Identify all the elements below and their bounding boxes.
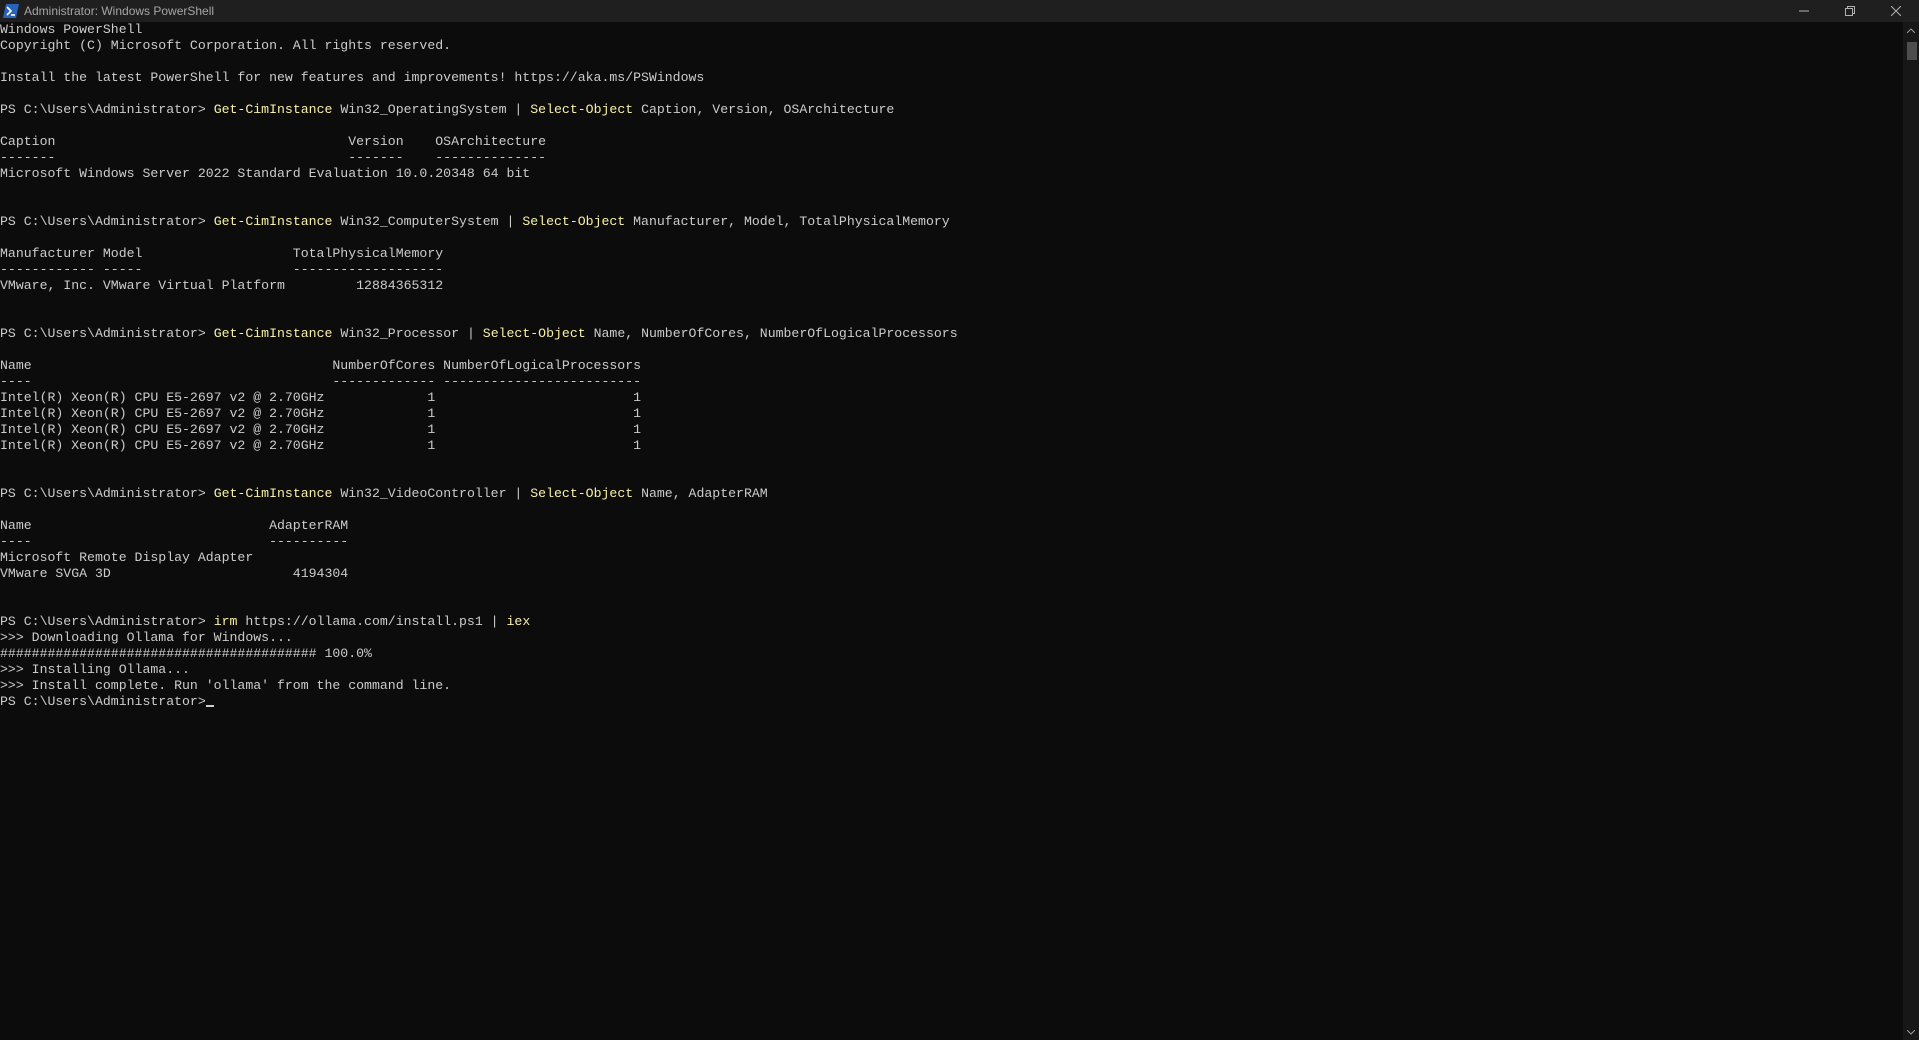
pipe-command: iex (506, 614, 531, 629)
command-line: PS C:\Users\Administrator> irm https://o… (0, 614, 1903, 630)
scroll-thumb[interactable] (1907, 42, 1917, 60)
minimize-icon (1799, 10, 1809, 12)
minimize-button[interactable] (1781, 0, 1827, 22)
restore-button[interactable] (1827, 0, 1873, 22)
window-title: Administrator: Windows PowerShell (24, 4, 215, 18)
title-bar[interactable]: Administrator: Windows PowerShell (0, 0, 1919, 22)
banner-line: Install the latest PowerShell for new fe… (0, 70, 705, 85)
restore-icon (1845, 6, 1855, 16)
output-line: VMware, Inc. VMware Virtual Platform 128… (0, 278, 444, 293)
command-name: Get-CimInstance (213, 326, 333, 341)
output-line: Intel(R) Xeon(R) CPU E5-2697 v2 @ 2.70GH… (0, 406, 642, 421)
output-line: ---- ------------- ---------------------… (0, 374, 642, 389)
output-line: >>> Install complete. Run 'ollama' from … (0, 678, 452, 693)
output-line: Caption Version OSArchitecture (0, 134, 547, 149)
prompt: PS C:\Users\Administrator> (0, 102, 214, 117)
window-controls (1781, 0, 1919, 22)
output-line: >>> Downloading Ollama for Windows... (0, 630, 293, 645)
powershell-icon (3, 3, 19, 19)
command-line: PS C:\Users\Administrator> Get-CimInstan… (0, 214, 1903, 230)
command-rest: Name, AdapterRAM (633, 486, 768, 501)
output-line: Intel(R) Xeon(R) CPU E5-2697 v2 @ 2.70GH… (0, 422, 642, 437)
output-line: ------------ ----- ------------------- (0, 262, 444, 277)
chevron-up-icon (1907, 27, 1915, 33)
command-args: https://ollama.com/install.ps1 | (237, 614, 507, 629)
scroll-up-button[interactable] (1903, 22, 1919, 38)
command-rest: Manufacturer, Model, TotalPhysicalMemory (625, 214, 950, 229)
output-line: >>> Installing Ollama... (0, 662, 190, 677)
command-name: Get-CimInstance (213, 102, 333, 117)
banner-line: Windows PowerShell (0, 22, 143, 37)
pipe-command: Select-Object (530, 486, 634, 501)
command-line: PS C:\Users\Administrator> Get-CimInstan… (0, 326, 1903, 342)
banner-line (0, 54, 1903, 70)
close-icon (1891, 6, 1901, 16)
output-line: Microsoft Remote Display Adapter (0, 550, 254, 565)
output-line: ---- ---------- (0, 534, 349, 549)
banner-line: Copyright (C) Microsoft Corporation. All… (0, 38, 452, 53)
command-rest: Name, NumberOfCores, NumberOfLogicalProc… (585, 326, 958, 341)
pipe-command: Select-Object (482, 326, 586, 341)
pipe-command: Select-Object (522, 214, 626, 229)
scroll-down-button[interactable] (1903, 1024, 1919, 1040)
command-args: Win32_ComputerSystem | (332, 214, 523, 229)
command-name: Get-CimInstance (213, 486, 333, 501)
pipe-command: Select-Object (530, 102, 634, 117)
output-line: Intel(R) Xeon(R) CPU E5-2697 v2 @ 2.70GH… (0, 438, 642, 453)
prompt: PS C:\Users\Administrator> (0, 614, 214, 629)
output-line: ########################################… (0, 646, 372, 661)
chevron-down-icon (1907, 1029, 1915, 1035)
command-name: irm (213, 614, 238, 629)
prompt: PS C:\Users\Administrator> (0, 214, 214, 229)
command-args: Win32_OperatingSystem | (332, 102, 531, 117)
command-line: PS C:\Users\Administrator> Get-CimInstan… (0, 486, 1903, 502)
command-name: Get-CimInstance (213, 214, 333, 229)
output-line: Microsoft Windows Server 2022 Standard E… (0, 166, 531, 181)
command-args: Win32_VideoController | (332, 486, 531, 501)
command-line: PS C:\Users\Administrator> Get-CimInstan… (0, 102, 1903, 118)
output-line: ------- ------- -------------- (0, 150, 547, 165)
command-args: Win32_Processor | (332, 326, 483, 341)
prompt: PS C:\Users\Administrator> (0, 694, 206, 709)
console-output[interactable]: Windows PowerShell Copyright (C) Microso… (0, 22, 1903, 1040)
output-line: Intel(R) Xeon(R) CPU E5-2697 v2 @ 2.70GH… (0, 390, 642, 405)
output-line: Name NumberOfCores NumberOfLogicalProces… (0, 358, 642, 373)
text-cursor (205, 705, 214, 707)
powershell-window: Administrator: Windows PowerShell Window… (0, 0, 1919, 1040)
command-rest: Caption, Version, OSArchitecture (633, 102, 895, 117)
output-line: Manufacturer Model TotalPhysicalMemory (0, 246, 444, 261)
output-line: Name AdapterRAM (0, 518, 349, 533)
output-line: VMware SVGA 3D 4194304 (0, 566, 349, 581)
vertical-scrollbar[interactable] (1903, 22, 1919, 1040)
current-prompt-line[interactable]: PS C:\Users\Administrator> (0, 694, 1903, 710)
close-button[interactable] (1873, 0, 1919, 22)
prompt: PS C:\Users\Administrator> (0, 326, 214, 341)
prompt: PS C:\Users\Administrator> (0, 486, 214, 501)
